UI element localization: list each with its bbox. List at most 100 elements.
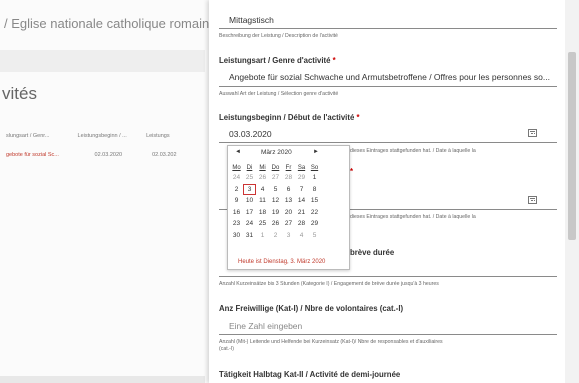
short-mission-label: brève durée xyxy=(350,248,395,257)
weekday-row: Mo Di Mi Do Fr Sa So xyxy=(230,163,321,172)
day-cell[interactable]: 1 xyxy=(308,172,321,184)
weekday-label: Do xyxy=(271,164,280,171)
day-cell[interactable]: 12 xyxy=(269,195,282,207)
required-marker: * xyxy=(350,167,354,176)
week-row: 16 17 18 19 20 21 22 xyxy=(230,207,321,219)
day-cell[interactable]: 11 xyxy=(256,195,269,207)
list-cell-type[interactable]: gebote für sozial Sc... xyxy=(6,152,93,158)
day-cell[interactable]: 2 xyxy=(269,230,282,242)
required-marker: * xyxy=(356,113,360,122)
weekday-label: So xyxy=(310,164,319,171)
calendar-icon[interactable] xyxy=(528,196,537,204)
column-header[interactable]: slungsart / Genr... xyxy=(6,133,76,139)
week-row: 9 10 11 12 13 14 15 xyxy=(230,195,321,207)
start-date-input[interactable]: 03.03.2020 xyxy=(229,129,272,139)
day-cell[interactable]: 13 xyxy=(282,195,295,207)
end-date-label: * xyxy=(350,167,353,176)
month-label: März 2020 xyxy=(261,149,292,156)
today-link[interactable]: Heute ist Dienstag, 3. März 2020 xyxy=(238,259,325,265)
start-date-label-text: Leistungsbeginn / Début de l'activité xyxy=(219,113,355,122)
day-cell[interactable]: 19 xyxy=(269,207,282,219)
column-header[interactable]: Leistungs xyxy=(146,133,170,139)
day-cell[interactable]: 27 xyxy=(269,172,282,184)
day-cell[interactable]: 22 xyxy=(308,207,321,219)
next-month-icon[interactable]: ► xyxy=(313,149,319,155)
volunteers-input[interactable]: Eine Zahl eingeben xyxy=(229,321,302,331)
list-cell-end: 02.03.202 xyxy=(152,152,177,158)
day-cell[interactable]: 1 xyxy=(256,230,269,242)
day-cell[interactable]: 23 xyxy=(230,218,243,230)
weekday-label: Mo xyxy=(232,164,241,171)
day-cell[interactable]: 29 xyxy=(295,172,308,184)
day-cell[interactable]: 29 xyxy=(308,218,321,230)
week-row: 2 3 4 5 6 7 8 xyxy=(230,183,321,196)
day-cell[interactable]: 28 xyxy=(295,218,308,230)
week-row: 23 24 25 26 27 28 29 xyxy=(230,218,321,230)
day-cell[interactable]: 16 xyxy=(230,207,243,219)
description-underline xyxy=(219,28,557,29)
day-cell[interactable]: 5 xyxy=(269,184,282,196)
halfday-label: Tätigkeit Halbtag Kat-II / Activité de d… xyxy=(219,370,401,379)
start-date-hint: dieses Eintrages stattgefunden hat. / Da… xyxy=(350,148,476,154)
short-mission-hint: Anzahl Kurzeinsätze bis 3 Stunden (Kateg… xyxy=(219,281,439,287)
start-date-label: Leistungsbeginn / Début de l'activité * xyxy=(219,113,360,122)
day-cell[interactable]: 24 xyxy=(230,172,243,184)
day-cell[interactable]: 2 xyxy=(230,184,243,196)
description-input[interactable]: Mittagstisch xyxy=(229,15,274,25)
day-cell[interactable]: 26 xyxy=(269,218,282,230)
day-cell[interactable]: 30 xyxy=(230,230,243,242)
date-picker-popup: ◄ März 2020 ► Mo Di Mi Do Fr Sa So 24 25… xyxy=(227,145,350,270)
day-cell[interactable]: 9 xyxy=(230,195,243,207)
calendar-icon[interactable] xyxy=(528,129,537,137)
weekday-label: Di xyxy=(246,164,253,171)
type-label: Leistungsart / Genre d'activité * xyxy=(219,56,336,65)
day-cell[interactable]: 24 xyxy=(243,218,256,230)
prev-month-icon[interactable]: ◄ xyxy=(235,149,241,155)
day-cell[interactable]: 20 xyxy=(282,207,295,219)
description-hint: Beschreibung der Leistung / Description … xyxy=(219,33,338,39)
volunteers-underline xyxy=(219,334,557,335)
list-cell-start: 02.03.2020 xyxy=(94,152,123,158)
day-cell[interactable]: 31 xyxy=(243,230,256,242)
type-underline xyxy=(219,86,557,87)
day-cell[interactable]: 4 xyxy=(256,184,269,196)
section-heading: vités xyxy=(2,84,37,103)
list-header: slungsart / Genr... Leistungsbeginn / ..… xyxy=(6,133,170,139)
start-date-underline xyxy=(219,142,557,143)
list-item[interactable]: gebote für sozial Sc... 02.03.2020 02.03… xyxy=(6,152,177,158)
day-cell[interactable]: 17 xyxy=(243,207,256,219)
scrollbar-thumb[interactable] xyxy=(568,52,576,240)
today-link-text[interactable]: Heute ist Dienstag, 3. März 2020 xyxy=(238,259,325,265)
day-cell[interactable]: 7 xyxy=(295,184,308,196)
type-select[interactable]: Angebote für sozial Schwache und Armutsb… xyxy=(229,72,550,82)
day-cell[interactable]: 25 xyxy=(256,218,269,230)
toolbar-band xyxy=(0,50,205,72)
day-cell[interactable]: 8 xyxy=(308,184,321,196)
day-cell[interactable]: 28 xyxy=(282,172,295,184)
weekday-label: Sa xyxy=(297,164,306,171)
day-cell[interactable]: 25 xyxy=(243,172,256,184)
column-header[interactable]: Leistungsbeginn / ... xyxy=(78,133,145,139)
day-cell[interactable]: 21 xyxy=(295,207,308,219)
weekday-label: Fr xyxy=(285,164,292,171)
day-cell[interactable]: 18 xyxy=(256,207,269,219)
end-date-hint: dieses Eintrages stattgefunden hat. / Da… xyxy=(350,214,476,220)
day-cell[interactable]: 5 xyxy=(308,230,321,242)
day-cell[interactable]: 6 xyxy=(282,184,295,196)
day-cell[interactable]: 26 xyxy=(256,172,269,184)
day-cell[interactable]: 15 xyxy=(308,195,321,207)
page-title: / Eglise nationale catholique romaine xyxy=(4,16,217,31)
type-label-text: Leistungsart / Genre d'activité xyxy=(219,56,331,65)
week-row: 24 25 26 27 28 29 1 xyxy=(230,172,321,184)
day-cell[interactable]: 10 xyxy=(243,195,256,207)
day-cell[interactable]: 27 xyxy=(282,218,295,230)
footer-band xyxy=(0,376,205,383)
week-row: 30 31 1 2 3 4 5 xyxy=(230,230,321,242)
weekday-label: Mi xyxy=(259,164,266,171)
day-cell[interactable]: 14 xyxy=(295,195,308,207)
day-cell[interactable]: 4 xyxy=(295,230,308,242)
date-grid: Mo Di Mi Do Fr Sa So 24 25 26 27 28 29 1… xyxy=(230,163,321,241)
day-cell[interactable]: 3 xyxy=(282,230,295,242)
day-cell-selected[interactable]: 3 xyxy=(243,183,256,195)
required-marker: * xyxy=(332,56,336,65)
